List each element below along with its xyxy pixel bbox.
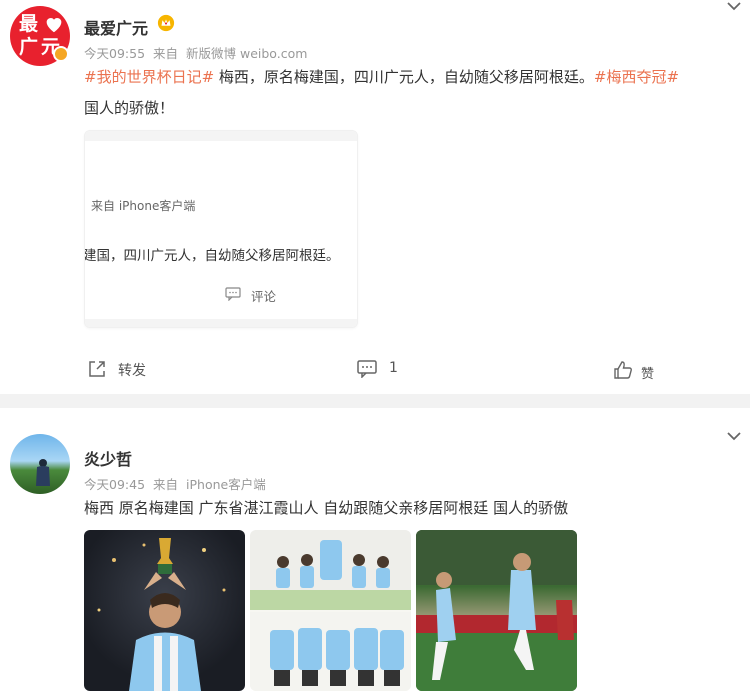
- post-source[interactable]: 新版微博 weibo.com: [186, 46, 307, 61]
- repost-button[interactable]: 转发: [118, 360, 146, 380]
- post-meta: 今天09:55 来自 新版微博 weibo.com: [84, 43, 311, 62]
- from-label: 来自: [153, 46, 179, 61]
- card-text: 建国，四川广元人，自幼随父移居阿根廷。: [84, 248, 340, 264]
- hashtag-link[interactable]: #我的世界杯日记#: [84, 68, 214, 86]
- avatar[interactable]: [10, 434, 70, 494]
- trophy-photo: [97, 538, 226, 691]
- card-top-band: [85, 131, 357, 141]
- post-image[interactable]: [416, 530, 577, 691]
- post-text: 梅西 原名梅建国 广东省湛江霞山人 自幼跟随父亲移居阿根廷 国人的骄傲: [84, 499, 569, 517]
- like-button[interactable]: 赞: [641, 363, 654, 382]
- post-time[interactable]: 今天09:45: [84, 477, 145, 492]
- heart-icon: [46, 18, 62, 33]
- avatar-char-1: 最: [19, 13, 39, 35]
- post-text-line2: 国人的骄傲！: [84, 99, 175, 117]
- post-image[interactable]: [84, 530, 245, 691]
- repost-icon[interactable]: [87, 359, 107, 379]
- post-time[interactable]: 今天09:55: [84, 46, 145, 61]
- comment-icon[interactable]: [357, 360, 377, 378]
- username[interactable]: 最爱广元: [84, 15, 148, 39]
- avatar-person-icon: [36, 459, 50, 486]
- card-comment-label: 评论: [251, 289, 277, 304]
- verified-badge-icon: [53, 46, 69, 62]
- crown-icon[interactable]: [157, 14, 175, 32]
- post-meta: 今天09:45 来自 iPhone客户端: [84, 474, 270, 493]
- post-source[interactable]: iPhone客户端: [186, 477, 266, 492]
- username[interactable]: 炎少哲: [84, 446, 132, 470]
- avatar-char-2: 广: [19, 36, 39, 58]
- like-icon[interactable]: [613, 360, 633, 380]
- post-content: #我的世界杯日记# 梅西，原名梅建国，四川广元人，自幼随父移居阿根廷。#梅西夺冠…: [84, 62, 679, 92]
- weibo-post-1: 最 广 元 最爱广元 今天09:55 来自 新版微博 weibo.com #我的…: [0, 0, 750, 394]
- cartoon-players: [250, 530, 411, 691]
- comment-count[interactable]: 1: [389, 360, 398, 376]
- card-source: 来自 iPhone客户端: [91, 199, 196, 213]
- chevron-down-icon[interactable]: [726, 0, 742, 12]
- comment-icon: [225, 287, 241, 301]
- chevron-down-icon[interactable]: [726, 430, 742, 442]
- post-text: 梅西，原名梅建国，四川广元人，自幼随父移居阿根廷。: [214, 68, 594, 86]
- celebration-photo: [416, 530, 577, 691]
- screenshot-card[interactable]: 来自 iPhone客户端 建国，四川广元人，自幼随父移居阿根廷。 评论: [84, 130, 358, 328]
- from-label: 来自: [153, 477, 179, 492]
- post-divider: [0, 394, 750, 408]
- post-image[interactable]: [250, 530, 411, 691]
- weibo-post-2: 炎少哲 今天09:45 来自 iPhone客户端 梅西 原名梅建国 广东省湛江霞…: [0, 408, 750, 696]
- hashtag-link[interactable]: #梅西夺冠#: [594, 68, 679, 86]
- card-bottom-band: [85, 319, 357, 327]
